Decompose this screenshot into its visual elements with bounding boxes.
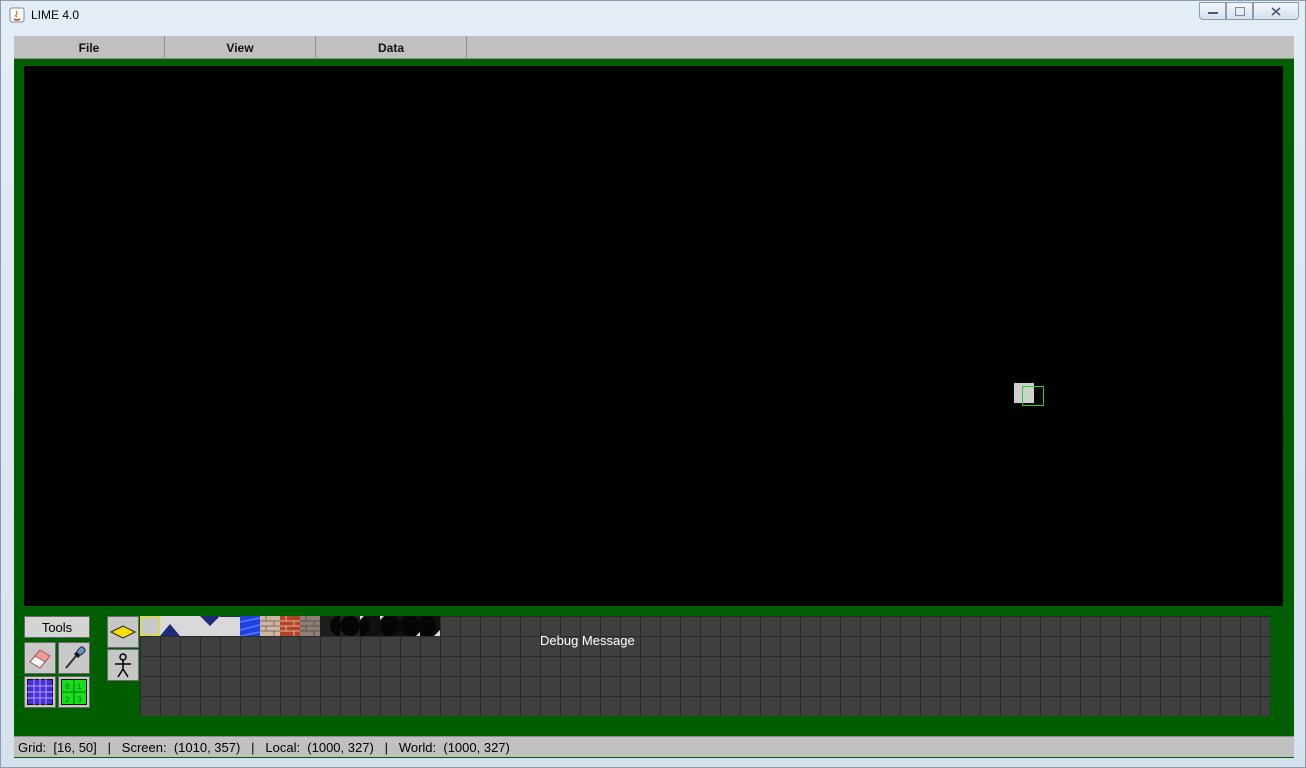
brick-light-tile-icon <box>260 616 280 636</box>
palette-tile-dark-5[interactable] <box>400 616 420 636</box>
palette-tile-plain[interactable] <box>220 615 240 636</box>
grid-toggle-button[interactable] <box>24 676 56 708</box>
close-button[interactable] <box>1253 2 1299 20</box>
sprite-layer-button[interactable] <box>107 649 139 681</box>
maximize-icon <box>1234 6 1245 16</box>
window-title: LIME 4.0 <box>31 8 80 22</box>
minimize-button[interactable] <box>1199 2 1226 20</box>
palette-tile-dark-4[interactable] <box>380 616 400 636</box>
dark-circle-tile-icon <box>416 616 440 636</box>
sprite-layer-icon <box>115 653 131 678</box>
grid-digit-3: 3 <box>77 696 82 705</box>
grid-digit-1: 1 <box>77 683 82 692</box>
grid-digit-2: 2 <box>65 696 70 705</box>
palette-tile-brick-gray[interactable] <box>300 616 320 636</box>
tile-layer-icon <box>109 625 137 639</box>
map-canvas[interactable] <box>24 66 1283 606</box>
palette-tile-triangle-up-1[interactable] <box>160 616 180 636</box>
palette-tile-dark-1[interactable] <box>320 616 350 636</box>
numbered-grid-button[interactable]: 0 1 2 3 <box>58 676 90 708</box>
dark-circle-tile-icon <box>340 616 360 636</box>
dark-circle-tile-icon <box>380 616 400 636</box>
debug-message: Debug Message <box>540 633 635 648</box>
eraser-icon <box>29 649 51 669</box>
grid-digit-0: 0 <box>65 683 70 692</box>
menu-data[interactable]: Data <box>316 36 467 59</box>
menu-file[interactable]: File <box>14 36 165 59</box>
title-bar[interactable]: LIME 4.0 <box>1 1 1305 31</box>
grid-icon <box>27 679 53 705</box>
palette-tile-brick-red[interactable] <box>280 616 300 636</box>
palette-tile-brick-light[interactable] <box>260 616 280 636</box>
eyedropper-button[interactable] <box>58 642 90 674</box>
palette-tile-triangle-up-2[interactable] <box>180 616 200 636</box>
tile-palette[interactable]: Debug Message <box>140 615 1270 716</box>
menu-bar: File View Data <box>14 36 1294 59</box>
window-controls <box>1199 2 1299 20</box>
tools-label: Tools <box>24 616 90 638</box>
cursor-outline <box>1022 386 1044 406</box>
status-bar: Grid: [16, 50] | Screen: (1010, 357) | L… <box>14 736 1294 757</box>
palette-tile-selected[interactable] <box>140 616 160 636</box>
eraser-button[interactable] <box>24 642 56 674</box>
brick-gray-tile-icon <box>300 616 320 636</box>
editor-client-area: File View Data Tools 0 1 2 3 Debug Messa… <box>14 36 1294 758</box>
palette-tile-triangle-down[interactable] <box>200 616 220 636</box>
close-icon <box>1271 6 1281 16</box>
maximize-button[interactable] <box>1226 2 1253 20</box>
dark-circle-tile-icon <box>320 616 350 636</box>
dark-circle-tile-icon <box>400 616 420 636</box>
palette-tile-dark-6[interactable] <box>416 616 440 636</box>
java-app-icon <box>9 7 25 23</box>
plain-tile-icon <box>220 615 240 636</box>
water-tile-icon <box>239 616 261 637</box>
palette-tile-water[interactable] <box>239 616 261 637</box>
palette-tile-dark-3[interactable] <box>350 616 380 636</box>
brick-red-tile-icon <box>280 616 300 636</box>
minimize-icon <box>1207 12 1218 14</box>
palette-tile-dark-2[interactable] <box>340 616 360 636</box>
numbered-grid-icon: 0 1 2 3 <box>61 679 87 705</box>
triangle-up-tile-icon <box>180 616 200 636</box>
triangle-up-tile-icon <box>160 616 180 636</box>
tile-layer-button[interactable] <box>107 616 139 648</box>
menu-view[interactable]: View <box>165 36 316 59</box>
triangle-down-tile-icon <box>200 616 220 636</box>
dark-circle-tile-icon <box>350 616 380 636</box>
app-window: LIME 4.0 File View Data Tools 0 1 2 3 De… <box>0 0 1306 768</box>
eyedropper-icon <box>65 646 86 669</box>
